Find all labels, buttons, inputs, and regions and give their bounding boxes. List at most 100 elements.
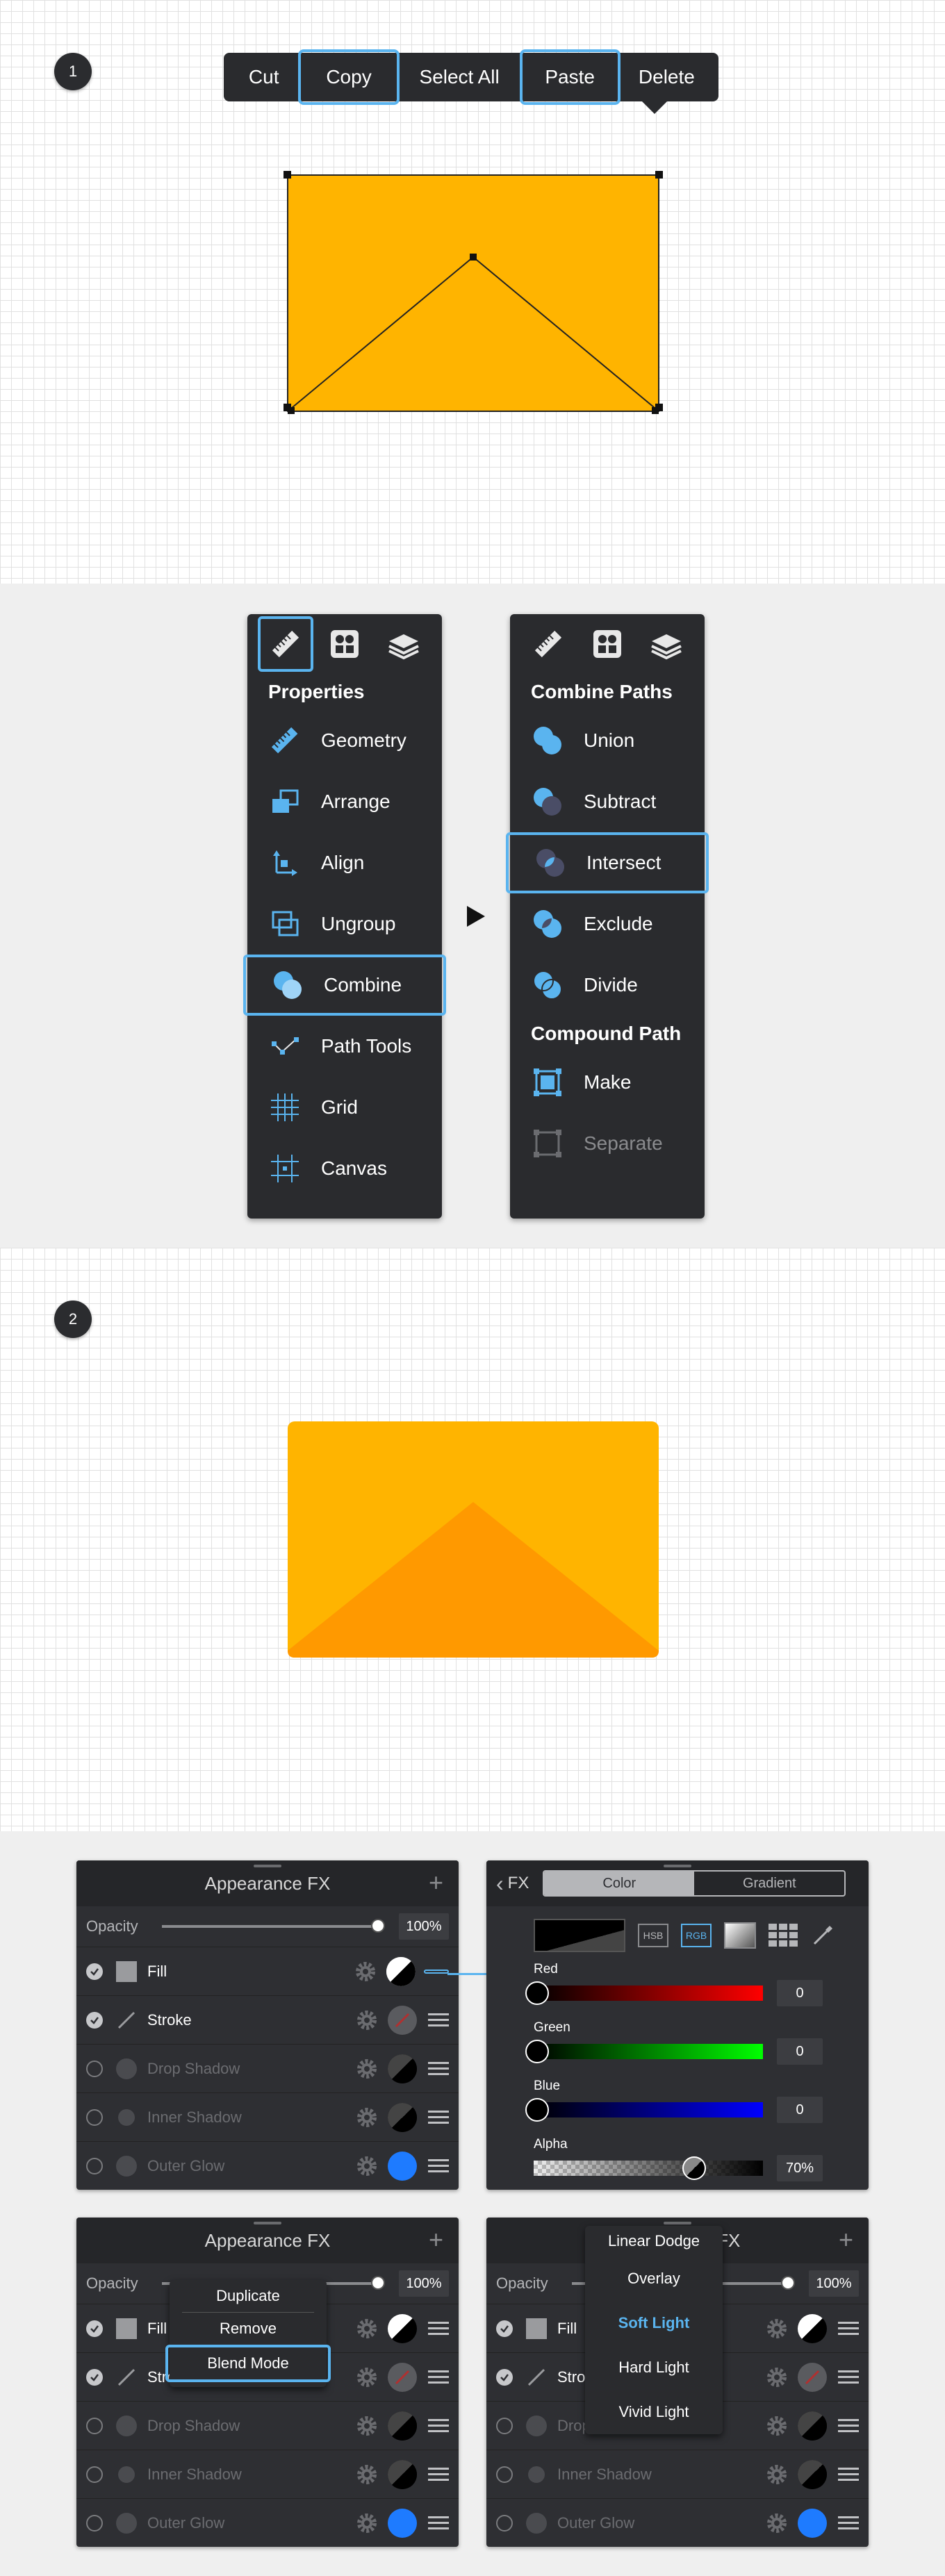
opacity-slider[interactable]	[161, 1919, 385, 1933]
back-label[interactable]: FX	[508, 1874, 529, 1893]
arrange-item[interactable]: Arrange	[247, 771, 442, 832]
reorder-handle[interactable]	[428, 2013, 449, 2026]
blue-value[interactable]: 0	[777, 2097, 823, 2123]
blend-hard-light[interactable]: Hard Light	[585, 2345, 723, 2390]
opacity-value[interactable]: 100%	[399, 1913, 449, 1940]
inner-shadow-checkbox[interactable]	[496, 2466, 513, 2483]
reorder-handle[interactable]	[428, 2159, 449, 2172]
gear-icon[interactable]	[354, 2462, 379, 2487]
inner-shadow-checkbox[interactable]	[86, 2108, 103, 2126]
green-slider[interactable]	[525, 2040, 763, 2063]
gear-icon[interactable]	[354, 2413, 379, 2438]
reorder-handle[interactable]	[838, 2370, 859, 2384]
ungroup-item[interactable]: Ungroup	[247, 893, 442, 955]
drop-shadow-checkbox[interactable]	[86, 2417, 103, 2434]
outer-glow-row[interactable]: Outer Glow	[76, 2499, 459, 2547]
green-value[interactable]: 0	[777, 2038, 823, 2065]
reorder-handle[interactable]	[428, 2322, 449, 2335]
add-fx-button[interactable]: +	[429, 2227, 443, 2252]
red-value[interactable]: 0	[777, 1980, 823, 2006]
fill-row[interactable]: Fill	[76, 1947, 459, 1996]
path-tools-item[interactable]: Path Tools	[247, 1016, 442, 1077]
paste-button[interactable]: Paste	[519, 49, 621, 105]
cut-button[interactable]: Cut	[229, 53, 298, 101]
reorder-handle[interactable]	[428, 2419, 449, 2432]
gear-icon[interactable]	[764, 2462, 789, 2487]
outer-glow-row[interactable]: Outer Glow	[486, 2499, 869, 2547]
make-item[interactable]: Make	[510, 1052, 705, 1113]
blue-slider[interactable]	[525, 2098, 763, 2122]
reorder-handle[interactable]	[428, 2370, 449, 2384]
geometry-item[interactable]: Geometry	[247, 710, 442, 771]
fill-color-well[interactable]	[388, 2313, 417, 2343]
drop-shadow-row[interactable]: Drop Shadow	[76, 2402, 459, 2450]
inner-shadow-row[interactable]: Inner Shadow	[76, 2093, 459, 2142]
outer-glow-color-well[interactable]	[388, 2508, 417, 2538]
inner-shadow-row[interactable]: Inner Shadow	[76, 2450, 459, 2499]
stroke-color-well[interactable]	[388, 2362, 417, 2392]
inner-shadow-row[interactable]: Inner Shadow	[486, 2450, 869, 2499]
drag-handle[interactable]	[664, 1865, 691, 1867]
combine-item[interactable]: Combine	[243, 955, 446, 1016]
inner-shadow-color-well[interactable]	[388, 2459, 417, 2489]
reorder-handle[interactable]	[838, 2419, 859, 2432]
align-item[interactable]: Align	[247, 832, 442, 893]
exclude-item[interactable]: Exclude	[510, 893, 705, 955]
back-chevron-icon[interactable]: ‹	[496, 1871, 504, 1897]
inner-shadow-checkbox[interactable]	[86, 2466, 103, 2483]
inner-shadow-color-well[interactable]	[388, 2102, 417, 2132]
reorder-handle[interactable]	[838, 2322, 859, 2335]
opacity-value[interactable]: 100%	[399, 2270, 449, 2297]
rgb-button[interactable]: RGB	[681, 1924, 712, 1947]
duplicate-menu-item[interactable]: Duplicate	[170, 2280, 327, 2312]
union-item[interactable]: Union	[510, 710, 705, 771]
gear-icon[interactable]	[354, 2154, 379, 2179]
add-fx-button[interactable]: +	[429, 1870, 443, 1895]
gear-icon[interactable]	[764, 2365, 789, 2390]
opacity-value[interactable]: 100%	[809, 2270, 859, 2297]
drop-shadow-checkbox[interactable]	[86, 2060, 103, 2077]
blend-linear-dodge[interactable]: Linear Dodge	[585, 2226, 723, 2256]
tab-properties-2[interactable]	[520, 616, 576, 672]
reorder-handle[interactable]	[838, 2516, 859, 2529]
envelope-selected-shape[interactable]	[282, 170, 664, 417]
blend-soft-light[interactable]: Soft Light	[585, 2301, 723, 2345]
drop-shadow-row[interactable]: Drop Shadow	[76, 2045, 459, 2093]
opacity-slider-knob[interactable]	[371, 1919, 385, 1933]
outer-glow-color-well[interactable]	[388, 2151, 417, 2181]
gear-icon[interactable]	[354, 2316, 379, 2341]
intersect-item[interactable]: Intersect	[506, 832, 709, 893]
stroke-row[interactable]: Stroke	[76, 1996, 459, 2045]
canvas-item[interactable]: Canvas	[247, 1138, 442, 1199]
inner-shadow-color-well[interactable]	[798, 2459, 827, 2489]
gear-icon[interactable]	[764, 2413, 789, 2438]
red-slider[interactable]	[525, 1981, 763, 2005]
drop-shadow-color-well[interactable]	[388, 2054, 417, 2083]
fill-checkbox[interactable]	[86, 2320, 103, 2337]
tab-layers[interactable]	[376, 616, 432, 672]
stroke-checkbox[interactable]	[496, 2368, 513, 2386]
tab-symbols[interactable]	[317, 616, 372, 672]
drag-handle[interactable]	[254, 1865, 281, 1867]
reorder-handle[interactable]	[428, 2468, 449, 2481]
gear-icon[interactable]	[354, 2105, 379, 2130]
outer-glow-checkbox[interactable]	[86, 2157, 103, 2174]
fill-checkbox[interactable]	[86, 1963, 103, 1980]
envelope-shape[interactable]	[288, 1421, 659, 1658]
gear-icon[interactable]	[353, 1959, 378, 1984]
blend-overlay[interactable]: Overlay	[585, 2256, 723, 2301]
tab-gradient[interactable]: Gradient	[694, 1872, 844, 1895]
remove-menu-item[interactable]: Remove	[170, 2313, 327, 2345]
blend-mode-menu-item[interactable]: Blend Mode	[165, 2345, 331, 2382]
drop-shadow-color-well[interactable]	[798, 2411, 827, 2441]
tab-color[interactable]: Color	[544, 1872, 695, 1895]
outer-glow-row[interactable]: Outer Glow	[76, 2142, 459, 2190]
gear-icon[interactable]	[354, 2056, 379, 2081]
gear-icon[interactable]	[764, 2511, 789, 2536]
alpha-slider[interactable]	[534, 2156, 763, 2180]
stroke-checkbox[interactable]	[86, 2011, 103, 2029]
opacity-slider-knob[interactable]	[371, 2276, 385, 2290]
opacity-slider-knob[interactable]	[781, 2276, 795, 2290]
select-all-button[interactable]: Select All	[400, 53, 520, 101]
stroke-color-well[interactable]	[388, 2005, 417, 2035]
